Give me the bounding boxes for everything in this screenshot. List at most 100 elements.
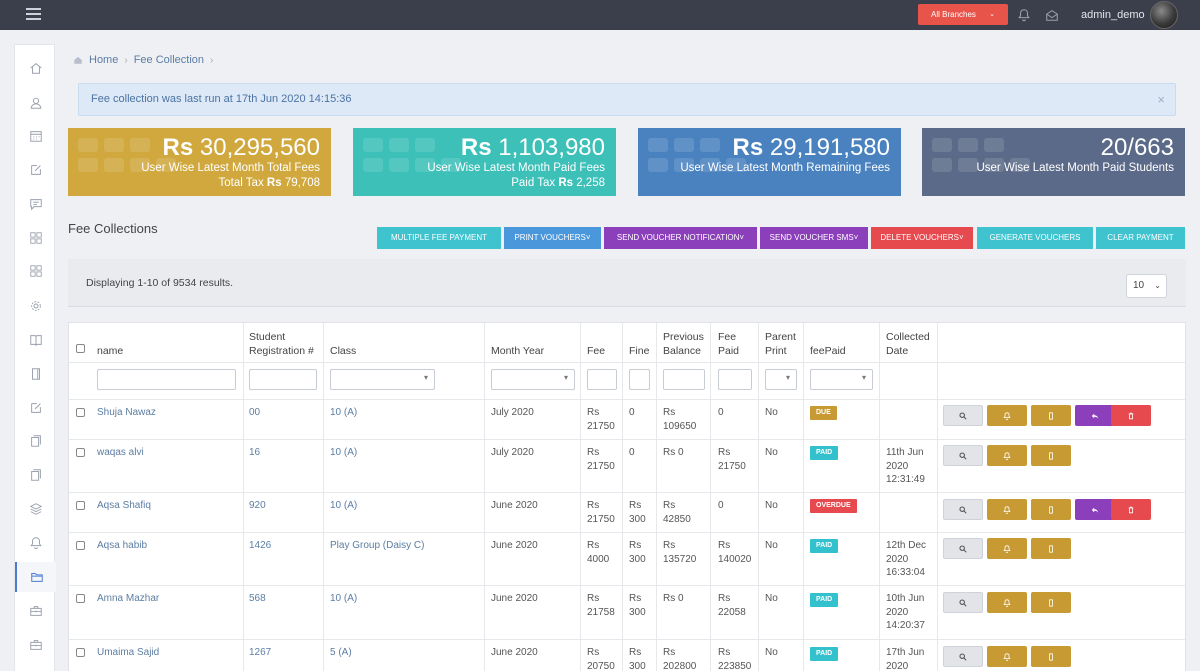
class-link[interactable]: 10 (A)	[330, 446, 357, 460]
sidebar-item-layers[interactable]	[15, 494, 56, 524]
menu-icon[interactable]	[26, 8, 41, 20]
class-link[interactable]: 10 (A)	[330, 406, 357, 420]
sidebar-item-notifications[interactable]	[15, 528, 56, 558]
registration-link[interactable]: 1426	[249, 539, 271, 553]
col-month-year[interactable]: Month Year	[491, 344, 544, 358]
multiple-fee-payment-button[interactable]: MULTIPLE FEE PAYMENT	[377, 227, 501, 249]
sidebar-item-fee-collection[interactable]	[15, 562, 56, 592]
col-fee-paid[interactable]: Fee Paid	[718, 330, 739, 358]
notify-button[interactable]	[987, 538, 1027, 559]
select-all-checkbox[interactable]	[76, 344, 85, 353]
delete-vouchers-button[interactable]: DELETE VOUCHERS˅	[871, 227, 973, 249]
col-name[interactable]: name	[97, 344, 123, 358]
col-previous-balance[interactable]: Previous Balance	[663, 330, 704, 358]
page-size-select[interactable]: 10 ⌄	[1126, 274, 1167, 298]
sidebar-item-apps[interactable]	[15, 256, 56, 286]
sidebar-item-toolkit[interactable]	[15, 630, 56, 660]
sms-button[interactable]	[1031, 646, 1071, 667]
notify-button[interactable]	[987, 445, 1027, 466]
sidebar-item-files[interactable]	[15, 460, 56, 490]
class-link[interactable]: Play Group (Daisy C)	[330, 539, 424, 553]
sms-button[interactable]	[1031, 538, 1071, 559]
branch-dropdown[interactable]: All Branches ⌄	[918, 4, 1008, 25]
sidebar-item-messages[interactable]	[15, 189, 56, 219]
notify-button[interactable]	[987, 405, 1027, 426]
filter-print-select[interactable]	[765, 369, 797, 390]
envelope-open-icon[interactable]	[1045, 8, 1059, 22]
sidebar-item-edit[interactable]	[15, 155, 56, 185]
row-checkbox[interactable]	[76, 594, 85, 603]
col-fee[interactable]: Fee	[587, 344, 605, 358]
send-voucher-notification-button[interactable]: SEND VOUCHER NOTIFICATION˅	[604, 227, 757, 249]
sidebar-item-users[interactable]	[15, 88, 56, 118]
print-vouchers-button[interactable]: PRINT VOUCHERS˅	[504, 227, 601, 249]
student-name-link[interactable]: Amna Mazhar	[97, 592, 159, 606]
col-registration[interactable]: Student Registration #	[249, 330, 314, 358]
row-checkbox[interactable]	[76, 501, 85, 510]
notify-button[interactable]	[987, 646, 1027, 667]
view-button[interactable]	[943, 499, 983, 520]
sidebar-item-grid[interactable]	[15, 223, 56, 253]
sidebar-item-notebook[interactable]	[15, 359, 56, 389]
delete-button[interactable]	[1111, 499, 1151, 520]
filter-status-select[interactable]	[810, 369, 873, 390]
filter-fee-input[interactable]	[587, 369, 617, 390]
student-name-link[interactable]: Aqsa Shafiq	[97, 499, 151, 513]
col-fine[interactable]: Fine	[629, 344, 649, 358]
send-voucher-sms-button[interactable]: SEND VOUCHER SMS˅	[760, 227, 868, 249]
reply-button[interactable]	[1075, 405, 1115, 426]
row-checkbox[interactable]	[76, 541, 85, 550]
view-button[interactable]	[943, 646, 983, 667]
generate-vouchers-button[interactable]: GENERATE VOUCHERS	[977, 227, 1093, 249]
sidebar-item-documents[interactable]	[15, 426, 56, 456]
student-name-link[interactable]: Aqsa habib	[97, 539, 147, 553]
sms-button[interactable]	[1031, 592, 1071, 613]
registration-link[interactable]: 00	[249, 406, 260, 420]
clear-payment-button[interactable]: CLEAR PAYMENT	[1096, 227, 1185, 249]
col-parent-print[interactable]: Parent Print	[765, 330, 796, 358]
sms-button[interactable]	[1031, 499, 1071, 520]
sidebar-item-home[interactable]	[15, 53, 56, 83]
reply-button[interactable]	[1075, 499, 1115, 520]
filter-month-select[interactable]	[491, 369, 575, 390]
col-collected-date[interactable]: Collected Date	[886, 330, 930, 358]
class-link[interactable]: 10 (A)	[330, 499, 357, 513]
sms-button[interactable]	[1031, 445, 1071, 466]
row-checkbox[interactable]	[76, 448, 85, 457]
registration-link[interactable]: 568	[249, 592, 266, 606]
notify-button[interactable]	[987, 592, 1027, 613]
col-fee-status[interactable]: feePaid	[810, 344, 846, 358]
view-button[interactable]	[943, 592, 983, 613]
sidebar-item-notes[interactable]	[15, 393, 56, 423]
registration-link[interactable]: 920	[249, 499, 266, 513]
student-name-link[interactable]: Shuja Nawaz	[97, 406, 156, 420]
registration-link[interactable]: 16	[249, 446, 260, 460]
notify-button[interactable]	[987, 499, 1027, 520]
class-link[interactable]: 5 (A)	[330, 646, 352, 660]
admin-username[interactable]: admin_demo	[1081, 9, 1145, 21]
row-checkbox[interactable]	[76, 648, 85, 657]
bell-icon[interactable]	[1017, 8, 1031, 22]
registration-link[interactable]: 1267	[249, 646, 271, 660]
student-name-link[interactable]: waqas alvi	[97, 446, 144, 460]
student-name-link[interactable]: Umaima Sajid	[97, 646, 159, 660]
row-checkbox[interactable]	[76, 408, 85, 417]
view-button[interactable]	[943, 445, 983, 466]
breadcrumb-current[interactable]: Fee Collection	[134, 54, 204, 66]
sidebar-item-settings[interactable]	[15, 291, 56, 321]
sms-button[interactable]	[1031, 405, 1071, 426]
col-class[interactable]: Class	[330, 344, 356, 358]
filter-paid-input[interactable]	[718, 369, 752, 390]
filter-registration-input[interactable]	[249, 369, 317, 390]
view-button[interactable]	[943, 538, 983, 559]
close-icon[interactable]: ×	[1157, 84, 1165, 115]
filter-class-select[interactable]	[330, 369, 435, 390]
delete-button[interactable]	[1111, 405, 1151, 426]
filter-fine-input[interactable]	[629, 369, 650, 390]
sidebar-item-calendar[interactable]	[15, 121, 56, 151]
avatar[interactable]	[1150, 1, 1178, 29]
breadcrumb-home[interactable]: Home	[89, 54, 118, 66]
sidebar-item-briefcase[interactable]	[15, 596, 56, 626]
sidebar-item-books[interactable]	[15, 325, 56, 355]
class-link[interactable]: 10 (A)	[330, 592, 357, 606]
